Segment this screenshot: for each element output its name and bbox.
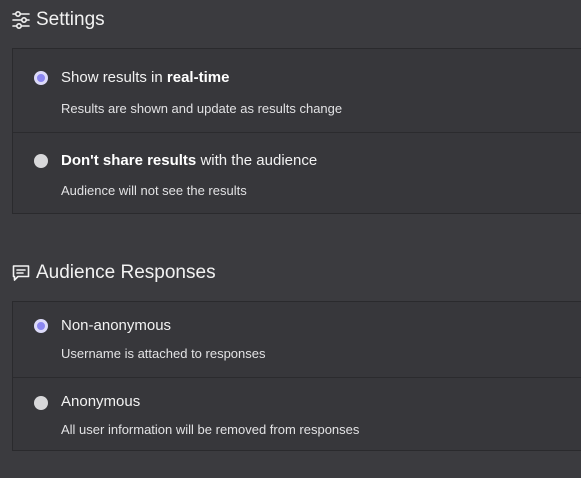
- sliders-icon: [11, 10, 31, 30]
- option-real-time-description: Results are shown and update as results …: [61, 101, 343, 116]
- option-real-time-title: Show results in real-time: [61, 69, 230, 86]
- option-non-anonymous[interactable]: Non-anonymous Username is attached to re…: [13, 302, 581, 377]
- option-dont-share-title: Don't share results with the audience: [61, 152, 318, 169]
- audience-responses-title: Audience Responses: [36, 262, 216, 283]
- option-anonymous-title: Anonymous: [61, 393, 141, 410]
- option-anonymous[interactable]: Anonymous All user information will be r…: [13, 377, 581, 451]
- option-non-anonymous-title: Non-anonymous: [61, 317, 172, 334]
- results-visibility-group: Show results in real-time Results are sh…: [12, 48, 581, 214]
- option-anonymous-description: All user information will be removed fro…: [61, 422, 360, 437]
- option-dont-share[interactable]: Don't share results with the audience Au…: [13, 132, 581, 214]
- settings-title: Settings: [36, 9, 105, 30]
- radio-dont-share[interactable]: [34, 154, 48, 168]
- audience-responses-header: Audience Responses: [11, 262, 216, 284]
- option-non-anonymous-description: Username is attached to responses: [61, 346, 266, 361]
- option-real-time[interactable]: Show results in real-time Results are sh…: [13, 49, 581, 132]
- message-square-icon: [11, 263, 31, 283]
- radio-anonymous[interactable]: [34, 396, 48, 410]
- audience-responses-group: Non-anonymous Username is attached to re…: [12, 301, 581, 451]
- option-dont-share-description: Audience will not see the results: [61, 183, 247, 198]
- radio-non-anonymous[interactable]: [34, 319, 48, 333]
- settings-page: Settings Show results in real-time Resul…: [0, 0, 581, 478]
- settings-header: Settings: [11, 9, 105, 31]
- radio-real-time[interactable]: [34, 71, 48, 85]
